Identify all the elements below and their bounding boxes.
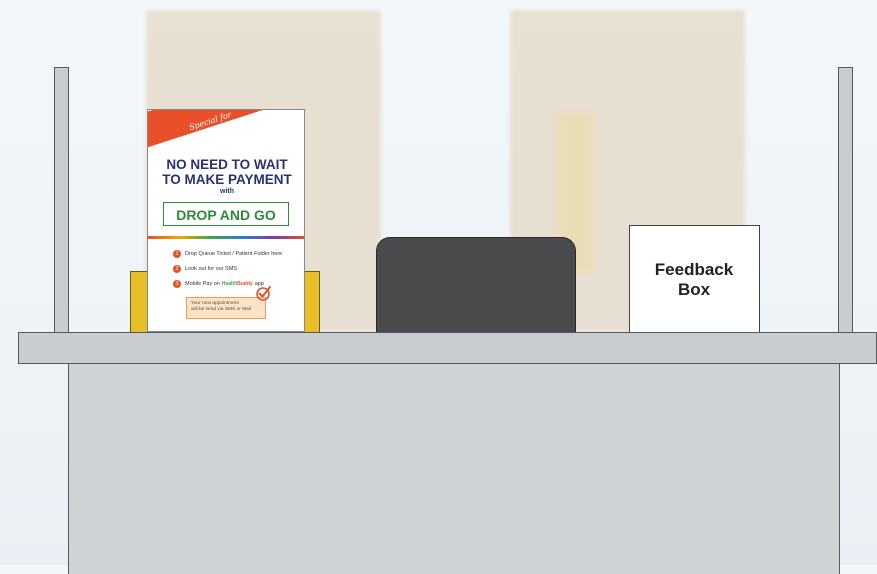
flyer-step-2: 2 Look out for our SMS: [173, 264, 237, 274]
step-number: 2: [173, 265, 181, 273]
headline-line-2: TO MAKE PAYMENT: [162, 172, 292, 187]
flyer-divider: [148, 236, 304, 239]
check-badge-icon: [256, 286, 271, 301]
note-line-2: will be send via SMS or Mail: [191, 307, 251, 312]
feedback-line-1: Feedback: [654, 260, 734, 279]
flyer-step-3: 3 Mobile Pay on HealthBuddy app: [173, 279, 264, 289]
headline-line-3: with: [220, 188, 234, 195]
app-name-b: Buddy: [237, 281, 253, 287]
drop-and-go-flyer: Special for Singaporeans and PRs! NO NEE…: [147, 109, 305, 332]
healthbuddy-logo: HealthBuddy: [222, 281, 253, 287]
step-text-before: Mobile Pay on: [185, 281, 220, 287]
step-number: 3: [173, 280, 181, 288]
step-number: 1: [173, 250, 181, 258]
drop-and-go-banner: DROP AND GO: [163, 202, 289, 226]
glass-post-right: [838, 67, 853, 335]
feedback-box[interactable]: Feedback Box: [629, 225, 760, 333]
counter-body: [68, 364, 840, 574]
headline-line-1: NO NEED TO WAIT: [166, 157, 288, 172]
feedback-box-label: Feedback Box: [630, 260, 758, 300]
monitor-back: [376, 237, 576, 334]
counter-top: [18, 332, 877, 364]
step-text: Drop Queue Ticket / Patient Folder here: [185, 251, 283, 257]
flyer-step-1: 1 Drop Queue Ticket / Patient Folder her…: [173, 249, 282, 259]
feedback-line-2: Box: [677, 280, 711, 299]
step-text: Look out for our SMS: [185, 266, 237, 272]
app-name-a: Health: [221, 281, 238, 287]
glass-post-left: [54, 67, 69, 335]
appointment-note: Your next appointment will be send via S…: [186, 297, 266, 319]
